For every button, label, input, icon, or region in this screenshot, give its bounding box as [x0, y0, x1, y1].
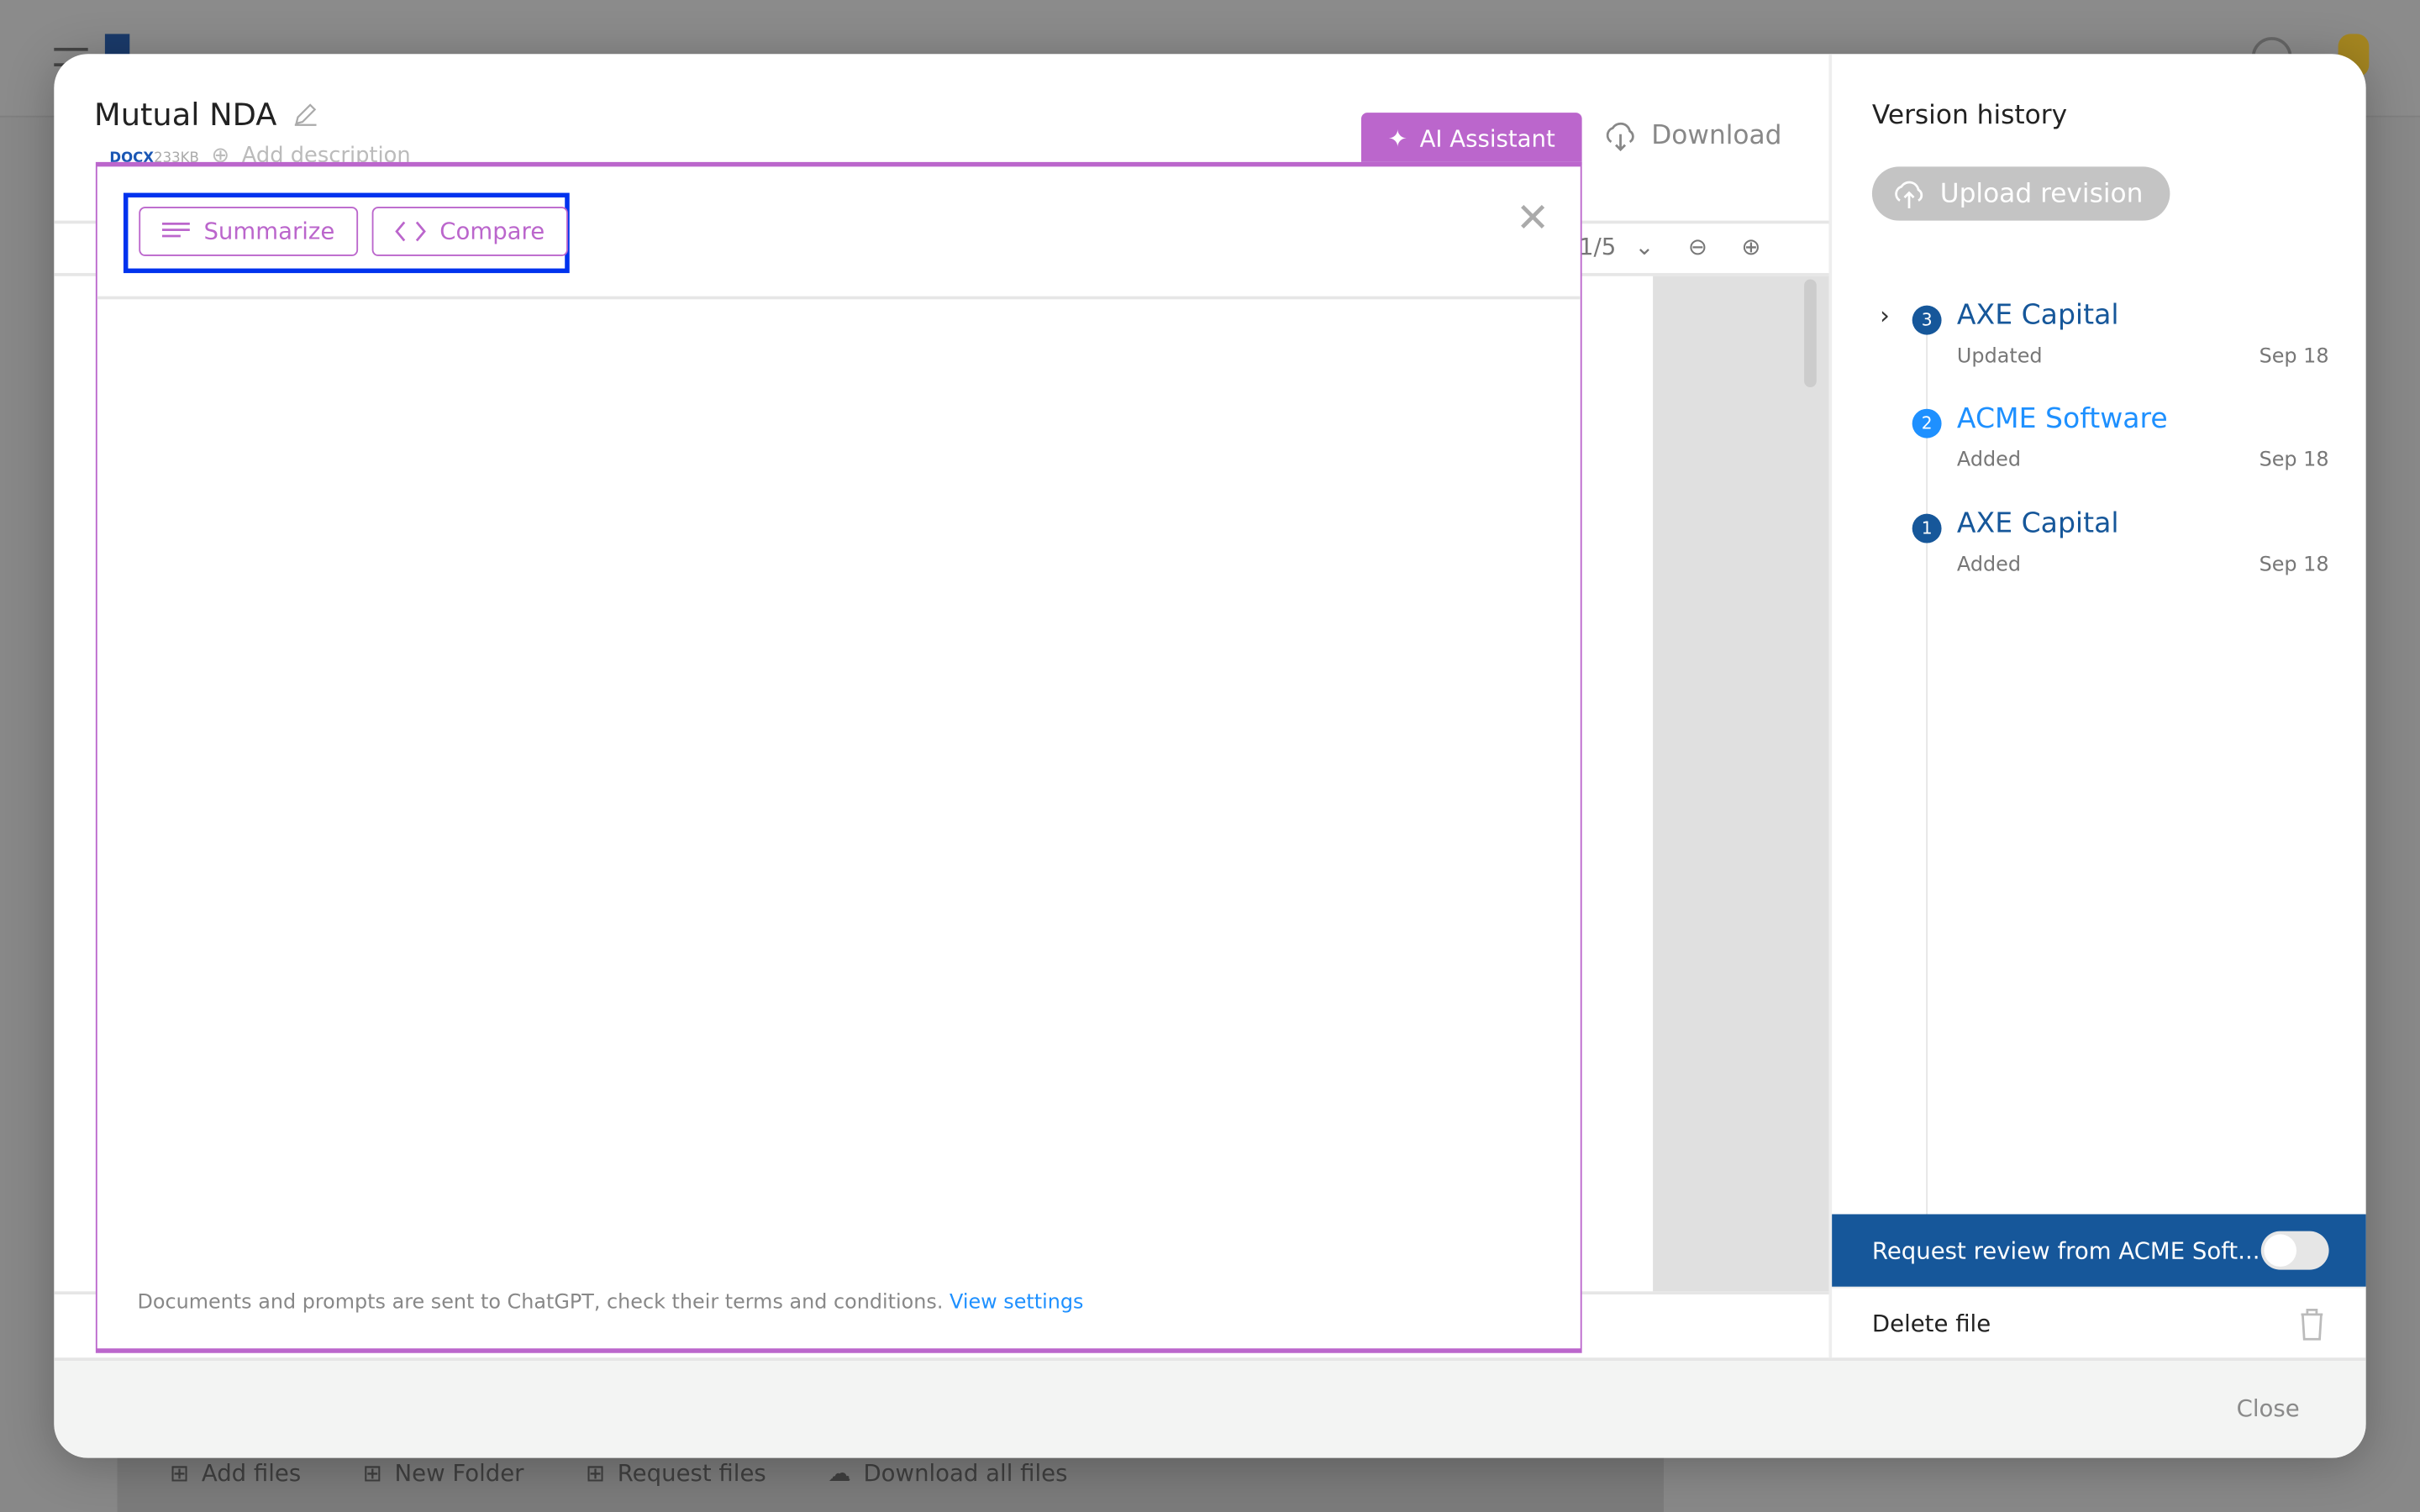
lines-icon — [161, 222, 190, 238]
version-badge: 2 — [1912, 408, 1942, 438]
zoom-out-icon[interactable]: ⊖ — [1688, 233, 1707, 260]
version-status: Updated — [1956, 345, 2043, 369]
chevron-right-icon[interactable]: › — [1880, 301, 1890, 330]
version-badge: 1 — [1912, 513, 1942, 543]
version-author: AXE Capital — [1956, 507, 2119, 540]
download-all-button[interactable]: ☁ Download all files — [828, 1460, 1067, 1488]
folder-icon: ⊞ — [362, 1459, 382, 1488]
close-ai-panel-icon[interactable]: ✕ — [1516, 194, 1549, 242]
version-history-sidebar: Version history Upload revision › 3 AXE … — [1828, 54, 2366, 1358]
disclaimer: Documents and prompts are sent to ChatGP… — [137, 1291, 1084, 1315]
version-history-title: Version history — [1871, 100, 2068, 132]
prompt-buttons-group: Summarize Compare — [123, 192, 570, 274]
version-status: Added — [1956, 554, 2022, 577]
request-files-button[interactable]: ⊞ Request files — [586, 1460, 766, 1488]
add-file-icon: ⊞ — [170, 1459, 190, 1488]
zoom-in-icon[interactable]: ⊕ — [1741, 233, 1760, 260]
request-review-row: Request review from ACME Soft... — [1832, 1214, 2366, 1287]
cloud-download-icon — [1606, 122, 1634, 152]
close-button[interactable]: Close — [2237, 1394, 2300, 1422]
delete-file-row[interactable]: Delete file — [1832, 1286, 2366, 1357]
cloud-upload-icon — [1895, 180, 1923, 208]
ai-panel-header: Summarize Compare ✕ — [97, 166, 1581, 300]
download-button[interactable]: Download — [1602, 118, 1781, 152]
page-controls: 1/5 ⌄ ⊖ ⊕ — [1579, 233, 1761, 260]
summarize-button[interactable]: Summarize — [139, 207, 358, 256]
trash-icon[interactable] — [2298, 1307, 2326, 1341]
version-badge: 3 — [1912, 305, 1942, 335]
version-author: ACME Software — [1956, 402, 2168, 435]
version-status: Added — [1956, 449, 2022, 473]
ai-assistant-panel: Summarize Compare ✕ Documents and prompt… — [95, 161, 1582, 1353]
version-date: Sep 18 — [2259, 554, 2329, 577]
file-modal: Mutual NDA DOCX233KB ⊕ Add description ✦… — [54, 54, 2366, 1458]
cloud-download-icon: ☁ — [828, 1459, 851, 1488]
document-title: Mutual NDA — [94, 96, 320, 133]
page-select[interactable]: 1/5 ⌄ — [1579, 233, 1654, 260]
chevron-down-icon: ⌄ — [1634, 233, 1655, 261]
request-icon: ⊞ — [585, 1459, 606, 1488]
code-brackets-icon — [395, 221, 426, 242]
version-author: AXE Capital — [1956, 299, 2119, 332]
ai-assistant-button[interactable]: ✦ AI Assistant — [1360, 113, 1582, 165]
compare-button[interactable]: Compare — [371, 207, 568, 256]
edit-pencil-icon[interactable] — [292, 100, 320, 128]
modal-footer: Close — [54, 1357, 2366, 1458]
version-date: Sep 18 — [2259, 345, 2329, 369]
viewer-scrollbar[interactable] — [1804, 279, 1817, 388]
view-settings-link[interactable]: View settings — [950, 1291, 1083, 1315]
new-folder-button[interactable]: ⊞ New Folder — [363, 1460, 524, 1488]
request-review-toggle[interactable] — [2260, 1231, 2329, 1270]
document-viewer — [1653, 276, 1829, 1292]
timeline-line — [1926, 331, 1928, 1215]
upload-revision-button[interactable]: Upload revision — [1871, 166, 2170, 221]
version-date: Sep 18 — [2259, 449, 2329, 473]
sparkle-icon: ✦ — [1387, 124, 1407, 153]
add-files-button[interactable]: ⊞ Add files — [170, 1460, 301, 1488]
